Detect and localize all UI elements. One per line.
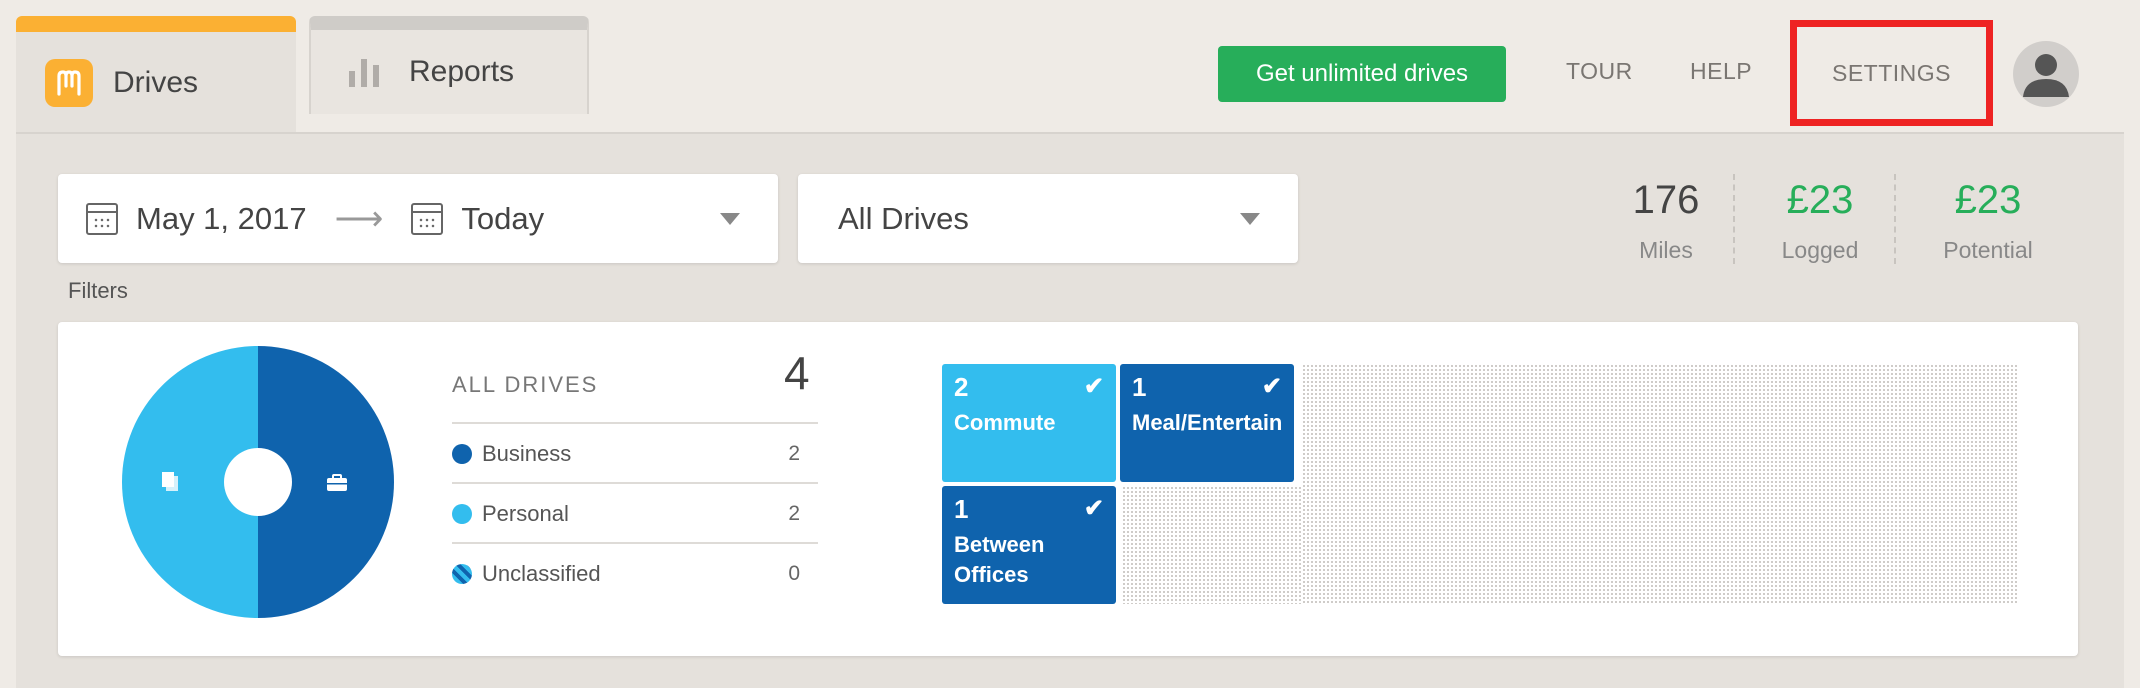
get-unlimited-drives-button[interactable]: Get unlimited drives [1218,46,1506,102]
date-range-filter[interactable]: May 1, 2017 ⟶ Today [58,174,778,263]
divider [1894,174,1896,264]
tab-drives[interactable]: Drives [16,16,296,134]
filters-label: Filters [68,278,128,303]
arrow-right-icon: ⟶ [334,199,384,238]
tab-drives-label: Drives [113,66,199,99]
user-avatar[interactable] [2013,41,2079,107]
legend-item-personal[interactable]: Personal 2 [452,482,818,544]
treemap-empty-area [1122,486,1302,604]
user-icon [2023,54,2069,97]
stat-potential: £23 Potential [1943,178,2033,263]
settings-link[interactable]: SETTINGS [1832,60,1951,87]
drive-type-value: All Drives [838,200,969,236]
category-tile-commute[interactable]: 2 ✔ Commute [942,364,1116,482]
check-icon: ✔ [1083,373,1104,400]
mileiq-logo-icon [45,59,93,107]
tab-reports[interactable]: Reports [309,16,589,114]
check-icon: ✔ [1261,373,1282,400]
personal-dot-icon [452,504,472,524]
stat-logged: £23 Logged [1781,178,1859,263]
divider [1733,174,1735,264]
tour-link[interactable]: TOUR [1566,58,1633,85]
unclassified-dot-icon [452,564,472,584]
settings-highlight: SETTINGS [1790,20,1993,126]
category-tile-between-offices[interactable]: 1 ✔ Between Offices [942,486,1116,604]
help-link[interactable]: HELP [1690,58,1752,85]
start-date: May 1, 2017 [136,200,307,236]
chevron-down-icon [720,212,740,225]
legend-item-business[interactable]: Business 2 [452,422,818,484]
drives-pie-chart [122,346,394,618]
tab-reports-label: Reports [409,55,515,88]
bar-chart-icon [349,57,379,87]
stat-miles: 176 Miles [1632,178,1700,263]
calendar-icon [411,202,444,235]
summary-total: 4 [784,347,810,399]
drives-summary-card: ALL DRIVES 4 Business 2 Personal 2 Uncla… [58,322,2078,656]
calendar-icon [86,202,118,235]
chevron-down-icon [1240,212,1260,225]
business-dot-icon [452,444,472,464]
drive-type-select[interactable]: All Drives [798,174,1298,263]
treemap-empty-area [1302,364,2018,604]
summary-heading: ALL DRIVES [452,372,599,397]
legend-item-unclassified[interactable]: Unclassified 0 [452,542,818,604]
check-icon: ✔ [1083,495,1104,522]
category-tile-meal-entertain[interactable]: 1 ✔ Meal/Entertain [1120,364,1294,482]
end-date: Today [461,200,545,236]
